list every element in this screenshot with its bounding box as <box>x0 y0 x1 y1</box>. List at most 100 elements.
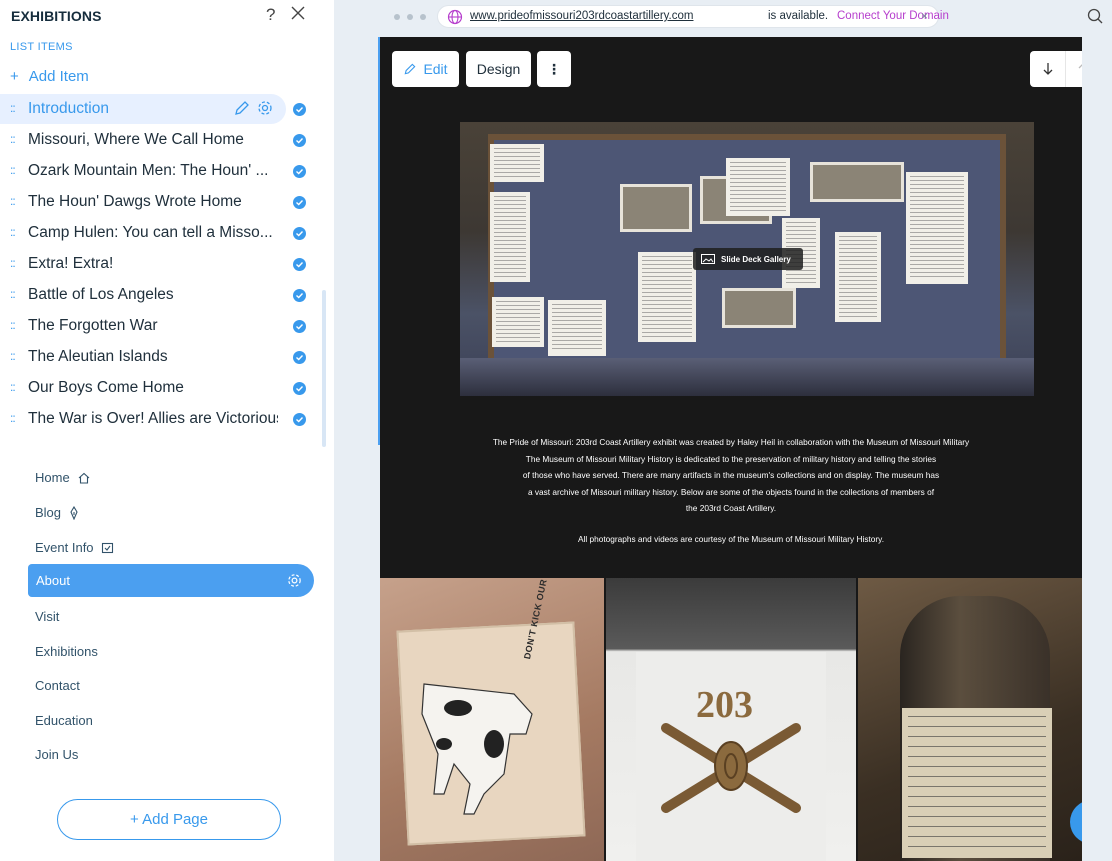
exhibit-description: The Pride of Missouri: 203rd Coast Artil… <box>410 434 1052 517</box>
exhibit-text-panel <box>835 232 881 322</box>
drag-handle-icon[interactable]: :: <box>10 349 16 363</box>
page-item-blog[interactable]: Blog <box>35 505 80 520</box>
move-up-button[interactable] <box>1065 51 1082 87</box>
list-item[interactable]: :: The Forgotten War <box>0 310 320 341</box>
visible-check-icon[interactable] <box>293 258 306 271</box>
page-label: Blog <box>35 505 62 520</box>
list-item[interactable]: :: Ozark Mountain Men: The Houn' ... <box>0 155 320 186</box>
arrow-up-icon <box>1078 64 1082 69</box>
drag-handle-icon[interactable]: :: <box>10 194 16 208</box>
page-item-education[interactable]: Education <box>35 713 93 728</box>
pages-panel: Home Blog Event Info About Visit Exhibit… <box>0 447 334 861</box>
help-icon[interactable]: ? <box>266 5 275 25</box>
description-line: The Pride of Missouri: 203rd Coast Artil… <box>492 437 970 447</box>
drag-handle-icon[interactable]: :: <box>10 318 16 332</box>
bottle-label <box>902 708 1052 858</box>
add-item-button[interactable]: + Add Item <box>10 68 89 85</box>
list-scrollbar[interactable] <box>322 290 326 447</box>
page-item-event-info[interactable]: Event Info <box>35 540 114 555</box>
drag-handle-icon[interactable]: :: <box>10 411 16 425</box>
drag-handle-icon[interactable]: :: <box>10 101 16 115</box>
close-icon[interactable] <box>289 4 307 22</box>
page-label: Exhibitions <box>35 644 98 659</box>
close-banner-icon[interactable]: × <box>921 9 928 23</box>
list-item-label: Battle of Los Angeles <box>28 286 174 303</box>
visible-check-icon[interactable] <box>293 227 306 240</box>
drag-handle-icon[interactable]: :: <box>10 163 16 177</box>
page-label: Education <box>35 713 93 728</box>
list-item[interactable]: :: The War is Over! Allies are Victoriou… <box>0 403 320 434</box>
add-item-label: Add Item <box>28 68 89 85</box>
exhibit-text-panel <box>726 158 790 216</box>
blog-pen-icon <box>70 505 78 520</box>
page-item-join-us[interactable]: Join Us <box>35 747 78 762</box>
list-item-label: Introduction <box>28 100 109 117</box>
pencil-icon[interactable] <box>233 99 251 117</box>
list-item[interactable]: :: Our Boys Come Home <box>0 372 320 403</box>
page-item-visit[interactable]: Visit <box>35 609 59 624</box>
site-url[interactable]: www.prideofmissouri203rdcoastartillery.c… <box>470 10 693 22</box>
list-item[interactable]: :: Introduction <box>0 93 320 124</box>
url-status: is available. <box>768 10 829 22</box>
artifact-photo-dog[interactable]: DON'T KICK OUR DOG <box>380 578 604 861</box>
zoom-icon[interactable] <box>1086 7 1104 25</box>
exhibitions-panel: EXHIBITIONS ? LIST ITEMS + Add Item :: In… <box>0 0 334 447</box>
visible-check-icon[interactable] <box>293 196 306 209</box>
gear-icon[interactable] <box>286 572 303 589</box>
artifact-photo-insignia[interactable]: 203 <box>606 578 856 861</box>
list-item-label: Our Boys Come Home <box>28 379 184 396</box>
list-item[interactable]: :: Missouri, Where We Call Home <box>0 124 320 155</box>
visible-check-icon[interactable] <box>293 382 306 395</box>
gear-icon[interactable] <box>256 99 274 117</box>
list-item-label: Missouri, Where We Call Home <box>28 131 244 148</box>
page-item-contact[interactable]: Contact <box>35 678 80 693</box>
edit-button[interactable]: Edit <box>392 51 459 87</box>
drag-handle-icon[interactable]: :: <box>10 256 16 270</box>
exhibit-photo <box>722 288 796 328</box>
more-actions-button[interactable]: ⋮ <box>537 51 571 87</box>
exhibit-placard <box>490 144 544 182</box>
list-item[interactable]: :: The Houn' Dawgs Wrote Home <box>0 186 320 217</box>
list-item-label: The Houn' Dawgs Wrote Home <box>28 193 242 210</box>
page-item-home[interactable]: Home <box>35 470 91 485</box>
visible-check-icon[interactable] <box>293 165 306 178</box>
list-item-label: The Forgotten War <box>28 317 158 334</box>
list-item[interactable]: :: Battle of Los Angeles <box>0 279 320 310</box>
visible-check-icon[interactable] <box>293 103 306 116</box>
drag-handle-icon[interactable]: :: <box>10 287 16 301</box>
list-item[interactable]: :: The Aleutian Islands <box>0 341 320 372</box>
exhibit-photo <box>810 162 904 202</box>
panel-title: EXHIBITIONS <box>11 8 102 24</box>
gallery-chip-label: Slide Deck Gallery <box>721 254 791 264</box>
page-item-about[interactable]: About <box>28 564 314 597</box>
gallery-type-chip[interactable]: Slide Deck Gallery <box>693 248 803 270</box>
description-line: of those who have served. There are many… <box>522 470 940 480</box>
window-dot <box>407 14 413 20</box>
page-label: Visit <box>35 609 60 624</box>
browser-bar: www.prideofmissouri203rdcoastartillery.c… <box>380 0 1112 37</box>
connect-domain-link[interactable]: Connect Your Domain <box>837 10 949 22</box>
page-label: Event Info <box>35 540 94 555</box>
artifact-photo-bottle[interactable] <box>858 578 1082 861</box>
description-line: the 203rd Coast Artillery. <box>685 503 777 513</box>
visible-check-icon[interactable] <box>293 289 306 302</box>
visible-check-icon[interactable] <box>293 351 306 364</box>
design-button[interactable]: Design <box>466 51 531 87</box>
drag-handle-icon[interactable]: :: <box>10 225 16 239</box>
page-item-exhibitions[interactable]: Exhibitions <box>35 644 98 659</box>
list-item[interactable]: :: Camp Hulen: You can tell a Misso... <box>0 217 320 248</box>
url-bar[interactable]: www.prideofmissouri203rdcoastartillery.c… <box>437 5 949 28</box>
window-dot <box>394 14 400 20</box>
slide-deck-gallery-image[interactable]: Slide Deck Gallery <box>460 122 1034 396</box>
visible-check-icon[interactable] <box>293 320 306 333</box>
list-items-label: LIST ITEMS <box>10 41 73 53</box>
list-item[interactable]: :: Extra! Extra! <box>0 248 320 279</box>
drag-handle-icon[interactable]: :: <box>10 380 16 394</box>
visible-check-icon[interactable] <box>293 413 306 426</box>
add-page-button[interactable]: + Add Page <box>57 799 281 840</box>
drag-handle-icon[interactable]: :: <box>10 132 16 146</box>
exhibit-text-panel <box>906 172 968 284</box>
move-down-button[interactable] <box>1030 51 1065 87</box>
visible-check-icon[interactable] <box>293 134 306 147</box>
list-item-label: The War is Over! Allies are Victorious <box>28 410 278 427</box>
